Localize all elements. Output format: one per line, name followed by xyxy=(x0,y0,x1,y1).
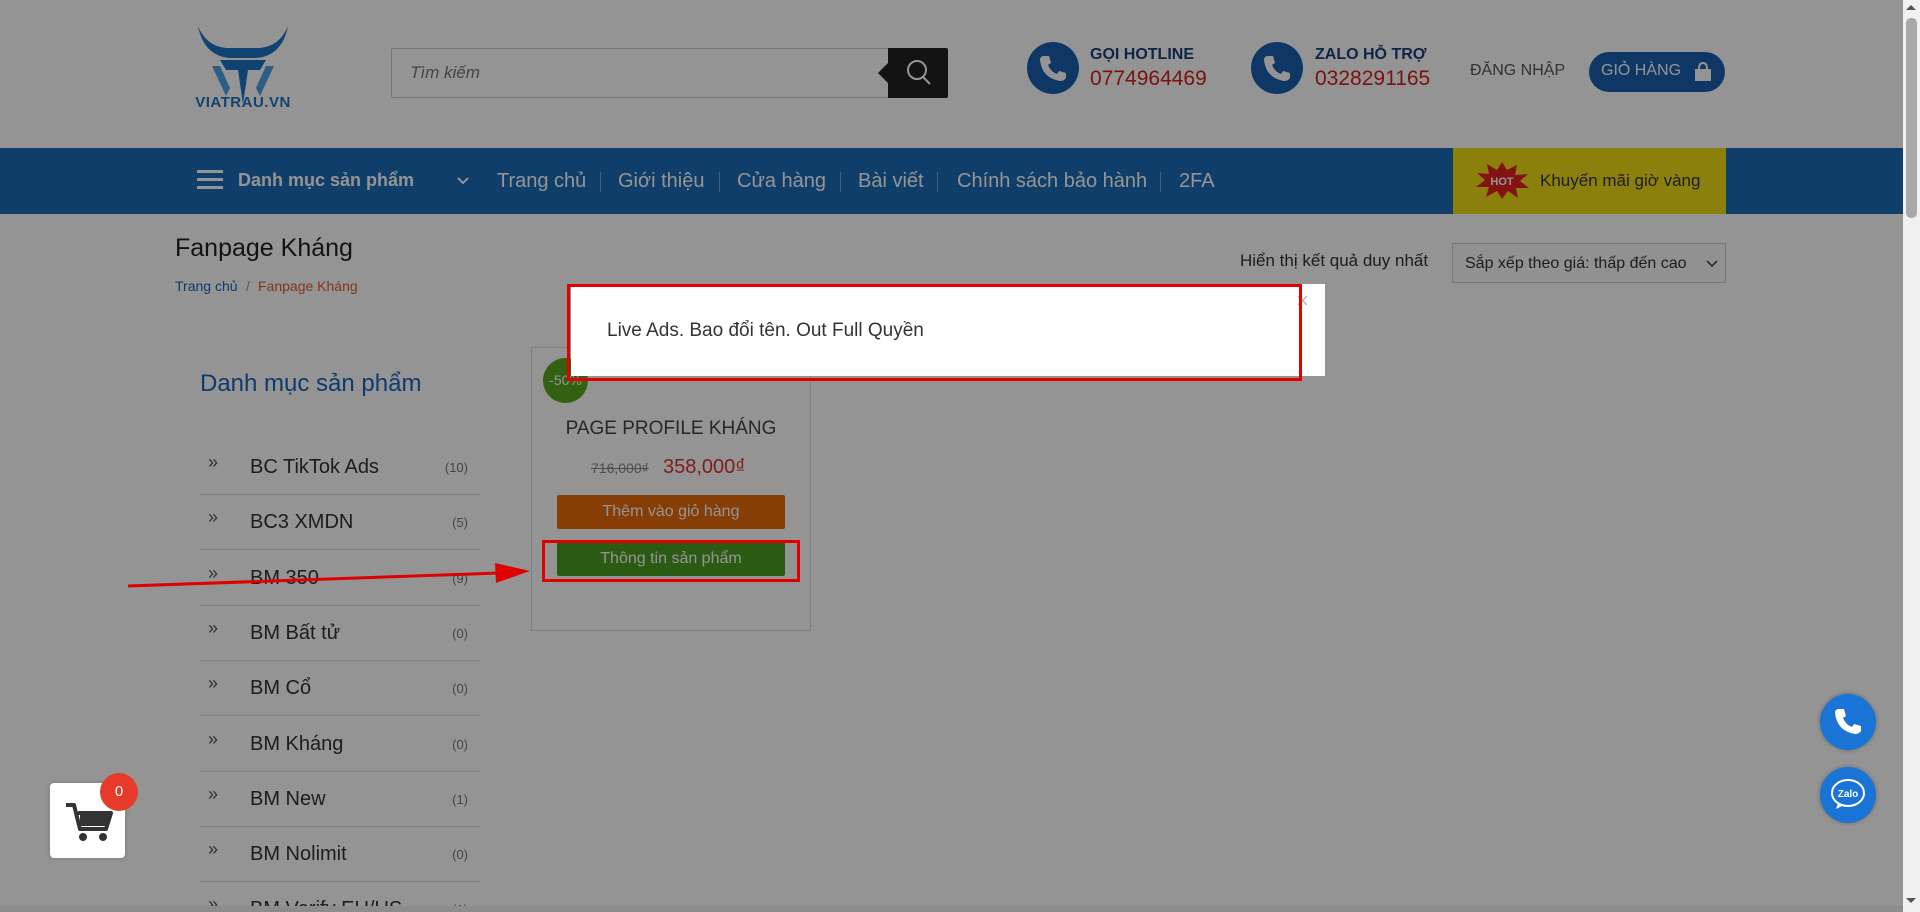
annotation-arrow-icon xyxy=(127,563,530,588)
highlight-box xyxy=(542,540,800,582)
cart-count-badge: 0 xyxy=(100,773,138,811)
modal-overlay[interactable] xyxy=(0,0,1920,912)
zalo-icon: Zalo xyxy=(1831,779,1865,809)
bottom-scrollbar xyxy=(0,906,1903,912)
zalo-chat-button[interactable]: Zalo xyxy=(1820,767,1876,823)
phone-icon xyxy=(1835,709,1861,734)
scroll-up-icon[interactable] xyxy=(1905,3,1917,11)
scroll-down-icon[interactable] xyxy=(1905,897,1917,905)
call-button[interactable] xyxy=(1820,694,1876,750)
highlight-box xyxy=(567,284,1302,381)
scrollbar-thumb[interactable] xyxy=(1906,18,1917,218)
zalo-icon-label: Zalo xyxy=(1838,789,1859,800)
